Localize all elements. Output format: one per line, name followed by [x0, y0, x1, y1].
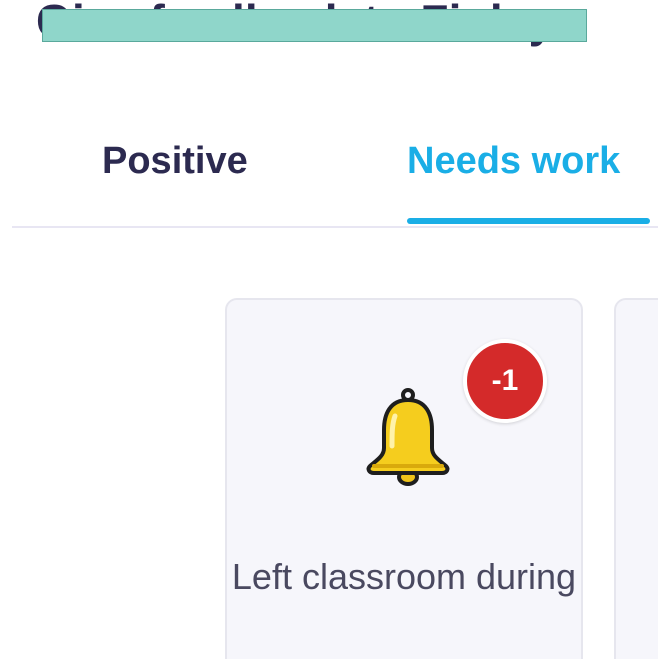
redaction-overlay [42, 9, 587, 42]
feedback-tabs: Positive Needs work [0, 120, 658, 230]
behavior-card-partial[interactable] [614, 298, 658, 659]
points-badge: -1 [463, 339, 547, 423]
tab-positive[interactable]: Positive [102, 140, 248, 183]
tabs-divider [12, 226, 658, 228]
behavior-card[interactable]: -1 Left classroom during [225, 298, 583, 659]
bell-icon [366, 388, 450, 486]
feedback-dialog: Give feedback to Finley Positive Needs w… [0, 0, 658, 659]
active-tab-indicator [407, 218, 650, 224]
behavior-label: Left classroom during [231, 556, 577, 597]
tab-needs-work[interactable]: Needs work [407, 140, 620, 183]
